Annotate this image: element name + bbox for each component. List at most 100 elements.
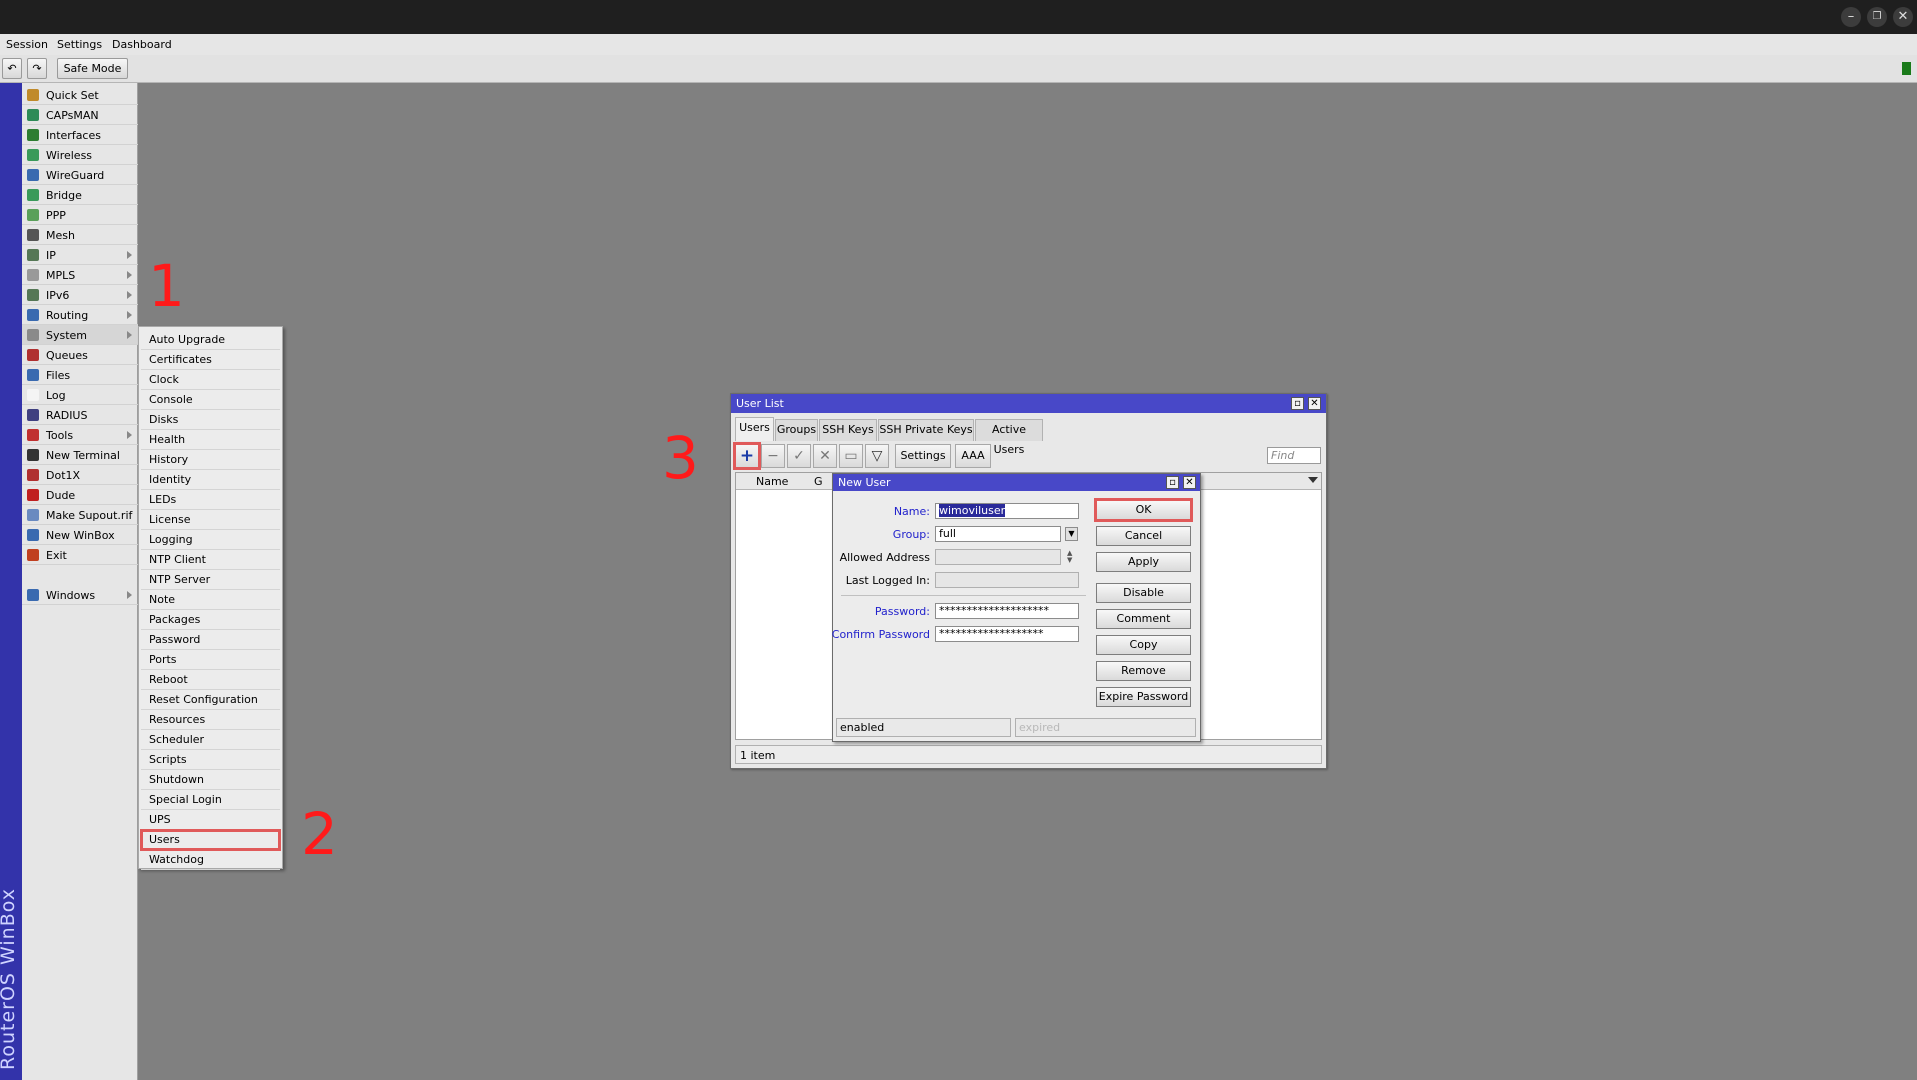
- tab-ssh-keys[interactable]: SSH Keys: [819, 419, 877, 441]
- sidebar-item-queues[interactable]: Queues: [22, 345, 138, 365]
- system-menu-item-reset-configuration[interactable]: Reset Configuration: [141, 690, 280, 710]
- ok-button[interactable]: OK: [1094, 498, 1193, 522]
- sidebar-item-dot1x[interactable]: Dot1X: [22, 465, 138, 485]
- password-input[interactable]: ********************: [935, 603, 1079, 619]
- system-menu-item-ups[interactable]: UPS: [141, 810, 280, 830]
- sidebar-item-tools[interactable]: Tools: [22, 425, 138, 445]
- group-select[interactable]: full: [935, 526, 1061, 542]
- system-menu-item-ntp-client[interactable]: NTP Client: [141, 550, 280, 570]
- user-list-titlebar[interactable]: User List ▫ ✕: [731, 394, 1326, 413]
- sidebar-item-wireguard[interactable]: WireGuard: [22, 165, 138, 185]
- sidebar-item-dude[interactable]: Dude: [22, 485, 138, 505]
- system-menu-item-identity[interactable]: Identity: [141, 470, 280, 490]
- system-menu-item-console[interactable]: Console: [141, 390, 280, 410]
- sidebar-item-wireless[interactable]: Wireless: [22, 145, 138, 165]
- system-menu-item-password[interactable]: Password: [141, 630, 280, 650]
- sidebar-item-new-terminal[interactable]: New Terminal: [22, 445, 138, 465]
- sidebar-item-routing[interactable]: Routing: [22, 305, 138, 325]
- sidebar-item-interfaces[interactable]: Interfaces: [22, 125, 138, 145]
- undo-icon[interactable]: ↶: [2, 58, 22, 79]
- allowed-address-spinner-icon[interactable]: ▲ ▼: [1067, 550, 1072, 564]
- sidebar-item-label: CAPsMAN: [46, 109, 99, 122]
- add-icon[interactable]: +: [733, 442, 761, 470]
- close-icon[interactable]: ✕: [1308, 397, 1321, 410]
- close-icon[interactable]: ✕: [1893, 7, 1913, 27]
- system-menu-item-ntp-server[interactable]: NTP Server: [141, 570, 280, 590]
- system-menu-item-auto-upgrade[interactable]: Auto Upgrade: [141, 330, 280, 350]
- restore-icon[interactable]: ❐: [1867, 7, 1887, 27]
- comment-icon[interactable]: ▭: [839, 444, 863, 468]
- system-menu-item-clock[interactable]: Clock: [141, 370, 280, 390]
- system-menu-item-special-login[interactable]: Special Login: [141, 790, 280, 810]
- find-input[interactable]: Find: [1267, 447, 1321, 464]
- sidebar-item-ppp[interactable]: PPP: [22, 205, 138, 225]
- remove-button[interactable]: Remove: [1096, 661, 1191, 681]
- expire-password-button[interactable]: Expire Password: [1096, 687, 1191, 707]
- column-name[interactable]: Name: [756, 475, 788, 488]
- system-menu-item-leds[interactable]: LEDs: [141, 490, 280, 510]
- sidebar-item-ip[interactable]: IP: [22, 245, 138, 265]
- system-menu-item-history[interactable]: History: [141, 450, 280, 470]
- sidebar-item-new-winbox[interactable]: New WinBox: [22, 525, 138, 545]
- confirm-password-input[interactable]: *******************: [935, 626, 1079, 642]
- system-menu-item-reboot[interactable]: Reboot: [141, 670, 280, 690]
- sidebar-item-radius[interactable]: RADIUS: [22, 405, 138, 425]
- new-user-titlebar[interactable]: New User ▫ ✕: [833, 474, 1200, 491]
- apply-button[interactable]: Apply: [1096, 552, 1191, 572]
- sidebar-item-windows[interactable]: Windows: [22, 585, 138, 605]
- filter-icon[interactable]: ▽: [865, 444, 889, 468]
- sidebar-item-capsman[interactable]: CAPsMAN: [22, 105, 138, 125]
- group-dropdown-icon[interactable]: ▼: [1065, 527, 1078, 541]
- menu-session[interactable]: Session: [6, 38, 48, 51]
- sidebar-item-mpls[interactable]: MPLS: [22, 265, 138, 285]
- sidebar-item-system[interactable]: System: [22, 325, 138, 345]
- comment-button[interactable]: Comment: [1096, 609, 1191, 629]
- cancel-button[interactable]: Cancel: [1096, 526, 1191, 546]
- columns-dropdown-icon[interactable]: [1308, 477, 1318, 483]
- system-menu-item-users[interactable]: Users: [140, 829, 281, 851]
- sidebar-item-bridge[interactable]: Bridge: [22, 185, 138, 205]
- name-input[interactable]: wimoviluser: [935, 503, 1079, 519]
- redo-icon[interactable]: ↷: [27, 58, 47, 79]
- disable-icon[interactable]: ✕: [813, 444, 837, 468]
- system-menu-item-disks[interactable]: Disks: [141, 410, 280, 430]
- system-menu-item-shutdown[interactable]: Shutdown: [141, 770, 280, 790]
- menu-settings[interactable]: Settings: [57, 38, 102, 51]
- sidebar-item-make-supout-rif[interactable]: Make Supout.rif: [22, 505, 138, 525]
- sidebar-item-exit[interactable]: Exit: [22, 545, 138, 565]
- column-group[interactable]: G: [814, 475, 823, 488]
- system-menu-item-scripts[interactable]: Scripts: [141, 750, 280, 770]
- aaa-button[interactable]: AAA: [955, 444, 991, 468]
- sidebar-item-files[interactable]: Files: [22, 365, 138, 385]
- settings-button[interactable]: Settings: [895, 444, 951, 468]
- system-menu-item-health[interactable]: Health: [141, 430, 280, 450]
- tab-users[interactable]: Users: [735, 417, 774, 441]
- safe-mode-button[interactable]: Safe Mode: [57, 58, 128, 79]
- sidebar-item-log[interactable]: Log: [22, 385, 138, 405]
- enable-icon[interactable]: ✓: [787, 444, 811, 468]
- close-icon[interactable]: ✕: [1183, 476, 1196, 489]
- sidebar-item-quick-set[interactable]: Quick Set: [22, 85, 138, 105]
- system-menu-item-watchdog[interactable]: Watchdog: [141, 850, 280, 870]
- sidebar-item-ipv6[interactable]: IPv6: [22, 285, 138, 305]
- tab-groups[interactable]: Groups: [775, 419, 818, 441]
- system-menu-item-license[interactable]: License: [141, 510, 280, 530]
- copy-button[interactable]: Copy: [1096, 635, 1191, 655]
- remove-icon[interactable]: −: [761, 444, 785, 468]
- disable-button[interactable]: Disable: [1096, 583, 1191, 603]
- sidebar-item-mesh[interactable]: Mesh: [22, 225, 138, 245]
- system-menu-item-note[interactable]: Note: [141, 590, 280, 610]
- system-menu-item-ports[interactable]: Ports: [141, 650, 280, 670]
- system-menu-item-logging[interactable]: Logging: [141, 530, 280, 550]
- system-menu-item-scheduler[interactable]: Scheduler: [141, 730, 280, 750]
- system-menu-item-packages[interactable]: Packages: [141, 610, 280, 630]
- allowed-address-input[interactable]: [935, 549, 1061, 565]
- maximize-icon[interactable]: ▫: [1166, 476, 1179, 489]
- tab-active-users[interactable]: Active Users: [975, 419, 1043, 456]
- menu-dashboard[interactable]: Dashboard: [112, 38, 172, 51]
- maximize-icon[interactable]: ▫: [1291, 397, 1304, 410]
- system-menu-item-certificates[interactable]: Certificates: [141, 350, 280, 370]
- minimize-icon[interactable]: –: [1841, 7, 1861, 27]
- tab-ssh-private-keys[interactable]: SSH Private Keys: [878, 419, 974, 441]
- system-menu-item-resources[interactable]: Resources: [141, 710, 280, 730]
